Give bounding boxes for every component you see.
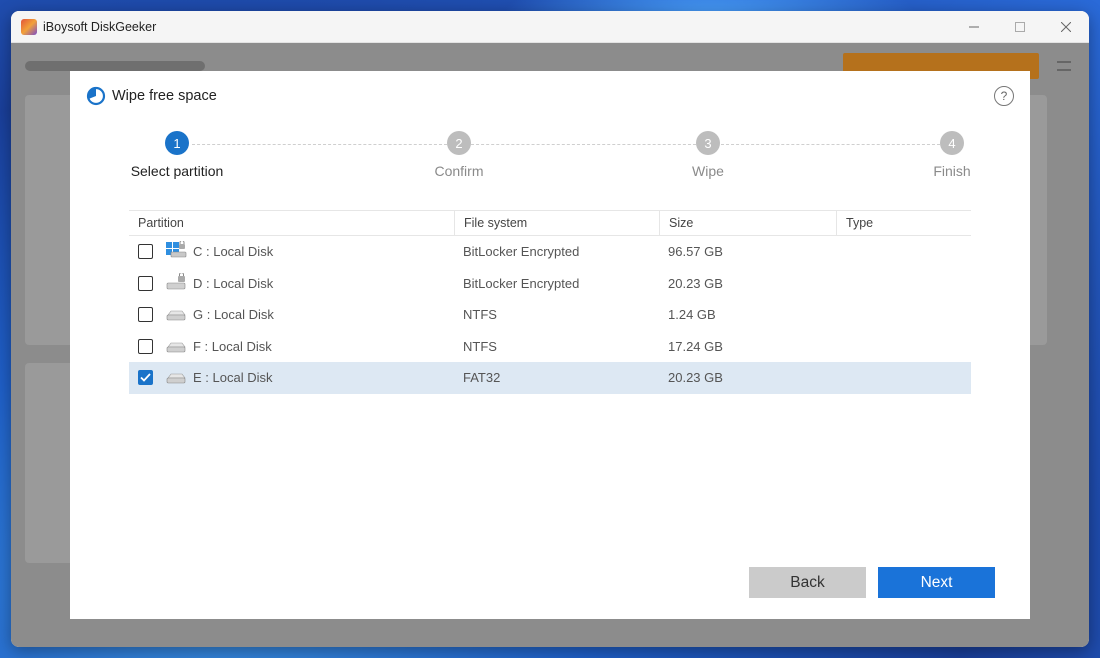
step-number: 2 — [447, 131, 471, 155]
minimize-button[interactable] — [951, 11, 997, 43]
size-cell: 96.57 GB — [668, 244, 723, 260]
step-label: Wipe — [692, 163, 724, 179]
table-header: Partition File system Size Type — [129, 210, 971, 236]
partition-table: Partition File system Size Type C : Loca… — [129, 210, 971, 394]
step-number: 4 — [940, 131, 964, 155]
step-select-partition: 1 Select partition — [117, 131, 237, 179]
maximize-icon — [1015, 22, 1025, 32]
column-header-size[interactable]: Size — [659, 210, 836, 236]
step-label: Finish — [933, 163, 971, 179]
table-body: C : Local Disk BitLocker Encrypted 96.57 G… — [129, 236, 971, 394]
app-window: iBoysoft DiskGeeker Wipe free space ? 1 … — [11, 11, 1089, 647]
row-checkbox[interactable] — [138, 275, 153, 291]
size-cell: 17.24 GB — [668, 338, 723, 354]
check-icon — [140, 373, 151, 383]
app-logo-icon — [21, 18, 37, 35]
type-cell — [836, 268, 971, 300]
app-title: iBoysoft DiskGeeker — [43, 19, 157, 34]
close-button[interactable] — [1043, 11, 1089, 43]
size-cell: 1.24 GB — [668, 307, 716, 323]
type-cell — [836, 362, 971, 394]
disk-icon — [165, 336, 193, 357]
table-row[interactable]: G : Local Disk NTFS 1.24 GB — [129, 299, 971, 331]
disk-icon — [165, 304, 193, 325]
step-finish: 4 Finish — [892, 131, 1012, 179]
step-number: 1 — [165, 131, 189, 155]
help-button[interactable]: ? — [994, 86, 1014, 106]
partition-cell: F : Local Disk — [129, 331, 454, 363]
background-menu-icon — [1057, 61, 1071, 71]
table-row[interactable]: C : Local Disk BitLocker Encrypted 96.57 G… — [129, 236, 971, 268]
partition-name: D : Local Disk — [193, 275, 274, 291]
minimize-icon — [969, 26, 979, 28]
partition-cell: D : Local Disk — [129, 268, 454, 300]
windows-locked-disk-icon — [165, 240, 193, 262]
row-checkbox[interactable] — [138, 307, 153, 323]
column-header-file-system[interactable]: File system — [454, 210, 659, 236]
table-row[interactable]: F : Local Disk NTFS 17.24 GB — [129, 331, 971, 363]
row-checkbox[interactable] — [138, 338, 153, 354]
step-label: Select partition — [130, 163, 224, 179]
back-button[interactable]: Back — [749, 567, 866, 598]
column-header-type[interactable]: Type — [836, 210, 971, 236]
wipe-free-space-dialog: Wipe free space ? 1 Select partition 2 C… — [70, 71, 1030, 619]
title-bar[interactable]: iBoysoft DiskGeeker — [11, 11, 1089, 43]
partition-name: F : Local Disk — [193, 338, 272, 354]
column-header-partition[interactable]: Partition — [129, 210, 454, 236]
file-system-cell: BitLocker Encrypted — [463, 244, 580, 260]
type-cell — [836, 331, 971, 363]
type-cell — [836, 236, 971, 268]
step-confirm: 2 Confirm — [399, 131, 519, 179]
close-icon — [1061, 22, 1071, 32]
type-cell — [836, 299, 971, 331]
stepper: 1 Select partition 2 Confirm 3 Wipe 4 Fi… — [70, 131, 1030, 191]
wipe-icon — [86, 86, 106, 106]
table-row[interactable]: E : Local Disk FAT32 20.23 GB — [129, 362, 971, 394]
step-label: Confirm — [434, 163, 484, 179]
window-controls — [951, 11, 1089, 43]
maximize-button[interactable] — [997, 11, 1043, 43]
partition-name: G : Local Disk — [193, 307, 274, 323]
partition-cell: E : Local Disk — [129, 362, 454, 394]
file-system-cell: FAT32 — [463, 370, 501, 386]
table-row[interactable]: D : Local Disk BitLocker Encrypted 20.23 G… — [129, 268, 971, 300]
partition-name: E : Local Disk — [193, 370, 273, 386]
dialog-title: Wipe free space — [112, 88, 217, 104]
partition-name: C : Local Disk — [193, 244, 274, 260]
file-system-cell: NTFS — [463, 307, 497, 323]
row-checkbox[interactable] — [138, 370, 153, 386]
background-breadcrumb — [25, 61, 205, 71]
partition-cell: G : Local Disk — [129, 299, 454, 331]
size-cell: 20.23 GB — [668, 275, 723, 291]
locked-disk-icon — [165, 271, 193, 294]
disk-icon — [165, 367, 193, 388]
file-system-cell: BitLocker Encrypted — [463, 275, 580, 291]
next-button[interactable]: Next — [878, 567, 995, 598]
dialog-header: Wipe free space — [86, 86, 217, 106]
partition-cell: C : Local Disk — [129, 236, 454, 268]
row-checkbox[interactable] — [138, 244, 153, 260]
step-wipe: 3 Wipe — [648, 131, 768, 179]
step-number: 3 — [696, 131, 720, 155]
size-cell: 20.23 GB — [668, 370, 723, 386]
file-system-cell: NTFS — [463, 338, 497, 354]
